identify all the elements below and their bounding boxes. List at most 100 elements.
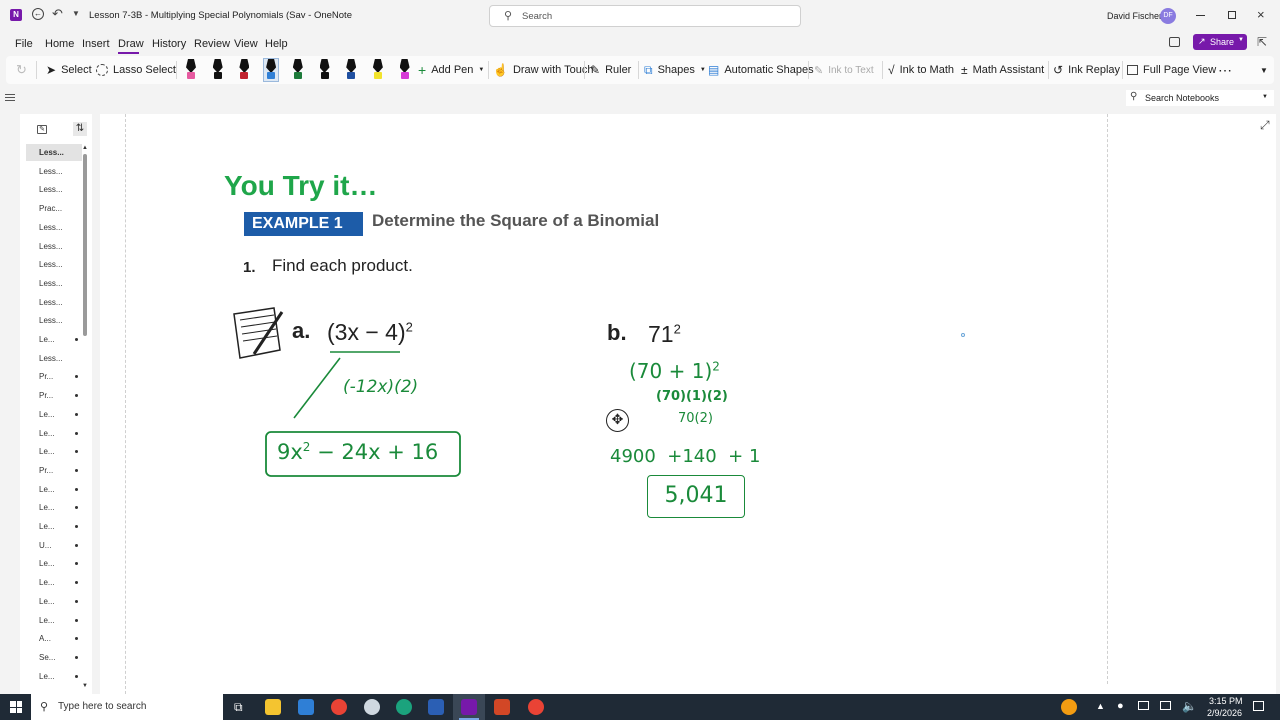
clock-date[interactable]: 2/9/2026 <box>1207 708 1242 718</box>
task-view-icon[interactable]: ⧉ <box>234 700 243 715</box>
page-list-item[interactable]: Less... <box>26 163 82 180</box>
page-list-item[interactable]: Pr... <box>26 368 82 385</box>
ribbon-collapse-icon[interactable]: ▼ <box>1260 56 1268 84</box>
pen-swatch[interactable] <box>263 58 280 82</box>
notification-badge-icon[interactable] <box>1061 699 1077 715</box>
note-canvas[interactable]: ⤢ You Try it… EXAMPLE 1 Determine the Sq… <box>100 114 1276 694</box>
redo-icon[interactable]: ↻ <box>16 56 27 84</box>
share-button[interactable]: ↗ Share ▼ <box>1193 34 1247 50</box>
scroll-down-icon[interactable]: ▼ <box>82 683 88 689</box>
windows-start-icon[interactable] <box>10 701 22 713</box>
ink-replay-button[interactable]: ↺ Ink Replay <box>1053 56 1120 84</box>
pen-swatch[interactable] <box>318 59 332 81</box>
page-list-item[interactable]: Less... <box>26 219 82 236</box>
page-list-item[interactable]: Prac... <box>26 200 82 217</box>
page-list-item[interactable]: Le... <box>26 612 82 629</box>
pen-swatch[interactable] <box>291 59 305 81</box>
menu-file[interactable]: File <box>15 38 33 50</box>
page-list-item[interactable]: Less... <box>26 181 82 198</box>
word-icon[interactable] <box>428 699 444 715</box>
page-list-item[interactable]: Less... <box>26 350 82 367</box>
hamburger-icon[interactable] <box>5 94 15 101</box>
powerpoint-icon[interactable] <box>494 699 510 715</box>
volume-icon[interactable]: 🔈 <box>1182 699 1197 713</box>
action-center-icon[interactable] <box>1253 701 1264 711</box>
chrome-alt-icon[interactable] <box>528 699 544 715</box>
pen-swatch[interactable] <box>344 59 358 81</box>
full-page-view-button[interactable]: Full Page View <box>1127 56 1216 84</box>
app-icon[interactable] <box>364 699 380 715</box>
ruler-button[interactable]: ✎ Ruler <box>590 56 631 84</box>
page-list-item[interactable]: Le... <box>26 481 82 498</box>
pen-swatch[interactable] <box>211 59 225 81</box>
display-icon[interactable] <box>1138 701 1149 710</box>
pen-swatch[interactable] <box>371 59 385 81</box>
page-list-item[interactable]: Le... <box>26 499 82 516</box>
menu-home[interactable]: Home <box>45 38 74 50</box>
sort-icon[interactable]: ⇅ <box>73 122 87 136</box>
pen-swatch[interactable] <box>398 59 412 81</box>
page-list-item[interactable]: Less... <box>26 144 82 161</box>
page-list-item[interactable]: Le... <box>26 425 82 442</box>
draw-with-touch-button[interactable]: ☝ Draw with Touch <box>493 56 593 84</box>
customize-qat-icon[interactable]: ▼ <box>72 9 80 18</box>
page-list-item[interactable]: Le... <box>26 443 82 460</box>
avatar[interactable]: DF <box>1160 8 1176 24</box>
clock-time[interactable]: 3:15 PM <box>1209 696 1243 706</box>
ink-to-text-button[interactable]: ✎ Ink to Text <box>814 56 874 84</box>
page-list-item[interactable]: Pr... <box>26 462 82 479</box>
scroll-up-icon[interactable]: ▲ <box>82 145 88 151</box>
page-list-item[interactable]: Less... <box>26 256 82 273</box>
more-options-button[interactable]: ⋯ <box>1218 56 1232 84</box>
page-list-item[interactable]: U... <box>26 537 82 554</box>
menu-insert[interactable]: Insert <box>82 38 110 50</box>
taskbar-search-box[interactable]: ⚲ Type here to search <box>31 694 223 720</box>
page-list-item[interactable]: Less... <box>26 294 82 311</box>
menu-review[interactable]: Review <box>194 38 230 50</box>
page-list-item[interactable]: Le... <box>26 331 82 348</box>
expand-icon[interactable]: ⇱ <box>1257 35 1267 49</box>
math-assistant-button[interactable]: ± Math Assistant <box>961 56 1044 84</box>
mail-icon[interactable] <box>298 699 314 715</box>
ink-to-math-button[interactable]: √ Ink to Math <box>888 56 954 84</box>
search-notebooks-box[interactable]: ⚲ Search Notebooks ▼ <box>1126 90 1274 106</box>
shapes-button[interactable]: ⧉ Shapes ▼ <box>644 56 706 84</box>
pen-swatch[interactable] <box>184 59 198 81</box>
menu-draw[interactable]: Draw <box>118 38 144 50</box>
restore-icon[interactable] <box>1228 11 1236 19</box>
tray-chevron-icon[interactable]: ▲ <box>1096 701 1105 711</box>
minimize-icon[interactable] <box>1196 15 1205 16</box>
onenote-taskbar-button[interactable] <box>453 694 485 720</box>
page-list-item[interactable]: Pr... <box>26 387 82 404</box>
page-list-item[interactable]: Less... <box>26 238 82 255</box>
page-list-item[interactable]: A... <box>26 630 82 647</box>
edge-icon[interactable] <box>396 699 412 715</box>
menu-help[interactable]: Help <box>265 38 288 50</box>
close-icon[interactable]: × <box>1257 7 1265 22</box>
network-icon[interactable] <box>1160 701 1171 710</box>
add-page-icon[interactable]: ✎ <box>37 125 47 134</box>
page-list-item[interactable]: Le... <box>26 406 82 423</box>
lasso-select-tool[interactable]: Lasso Select <box>96 56 176 84</box>
page-list-item[interactable]: Less... <box>26 312 82 329</box>
file-explorer-icon[interactable] <box>265 699 281 715</box>
page-list-item[interactable]: Le... <box>26 555 82 572</box>
undo-icon[interactable]: ↶ <box>52 6 63 22</box>
scrollbar-thumb[interactable] <box>83 154 87 336</box>
page-list-item[interactable]: Le... <box>26 518 82 535</box>
page-list-item[interactable]: Le... <box>26 668 82 685</box>
page-list-item[interactable]: Less... <box>26 275 82 292</box>
automatic-shapes-button[interactable]: ▤ Automatic Shapes <box>708 56 814 84</box>
select-tool[interactable]: ➤ Select <box>46 56 92 84</box>
add-pen-button[interactable]: + Add Pen ▼ <box>418 56 484 84</box>
page-list-item[interactable]: Le... <box>26 593 82 610</box>
page-list-item[interactable]: Le... <box>26 574 82 591</box>
expand-page-icon[interactable]: ⤢ <box>1260 118 1270 133</box>
menu-history[interactable]: History <box>152 38 186 50</box>
page-list-item[interactable]: Se... <box>26 649 82 666</box>
pop-out-icon[interactable] <box>1169 37 1180 47</box>
microphone-icon[interactable]: ● <box>1117 700 1124 712</box>
title-search-box[interactable]: ⚲ Search <box>489 5 801 27</box>
back-icon[interactable]: ← <box>32 8 44 20</box>
chrome-icon[interactable] <box>331 699 347 715</box>
